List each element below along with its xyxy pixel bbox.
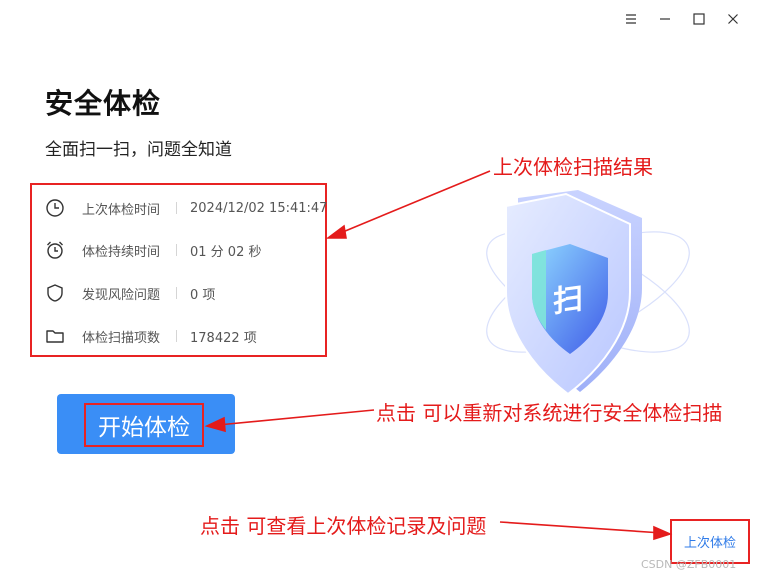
window-controls: [614, 8, 750, 30]
info-value: 2024/12/02 15:41:47: [190, 200, 328, 216]
info-row-duration: 体检持续时间 01 分 02 秒: [44, 237, 261, 263]
arrow-line-rescan: [217, 409, 375, 426]
watermark: CSDN @ZFB0001: [641, 558, 737, 571]
page-title: 安全体检: [45, 87, 162, 120]
folder-icon: [44, 325, 66, 347]
info-label: 上次体检时间: [82, 202, 161, 218]
shield-illustration: [486, 190, 690, 396]
info-row-risks: 发现风险问题 0 项: [44, 280, 215, 306]
arrow-head-scan-result: [325, 224, 347, 239]
minimize-icon[interactable]: [648, 8, 682, 30]
annotation-scan-result: 上次体检扫描结果: [493, 155, 653, 179]
shield-icon: [44, 282, 66, 304]
annotation-view-last: 点击 可查看上次体检记录及问题: [200, 514, 487, 538]
info-row-items: 体检扫描项数 178422 项: [44, 323, 257, 349]
close-icon[interactable]: [716, 8, 750, 30]
arrow-line-view-last: [499, 521, 663, 534]
maximize-icon[interactable]: [682, 8, 716, 30]
info-value: 178422 项: [190, 330, 257, 346]
info-row-last-time: 上次体检时间 2024/12/02 15:41:47: [44, 195, 327, 221]
info-label: 体检扫描项数: [82, 330, 161, 346]
start-scan-button-label[interactable]: 开始体检: [84, 403, 204, 447]
info-label: 体检持续时间: [82, 244, 161, 260]
last-scan-info-panel: 上次体检时间 2024/12/02 15:41:47 体检持续时间 01 分 0…: [30, 183, 327, 357]
info-value: 0 项: [190, 287, 216, 303]
info-value: 01 分 02 秒: [190, 244, 262, 260]
divider: [176, 244, 177, 256]
shield-badge-text: 扫: [553, 280, 583, 321]
divider: [176, 287, 177, 299]
page-subtitle: 全面扫一扫，问题全知道: [45, 140, 232, 160]
info-label: 发现风险问题: [82, 287, 161, 303]
arrow-head-view-last: [653, 525, 673, 541]
alarm-clock-icon: [44, 239, 66, 261]
menu-icon[interactable]: [614, 8, 648, 30]
divider: [176, 330, 177, 342]
arrow-line-scan-result: [337, 170, 491, 235]
divider: [176, 202, 177, 214]
clock-icon: [44, 197, 66, 219]
annotation-rescan: 点击 可以重新对系统进行安全体检扫描: [376, 401, 723, 425]
